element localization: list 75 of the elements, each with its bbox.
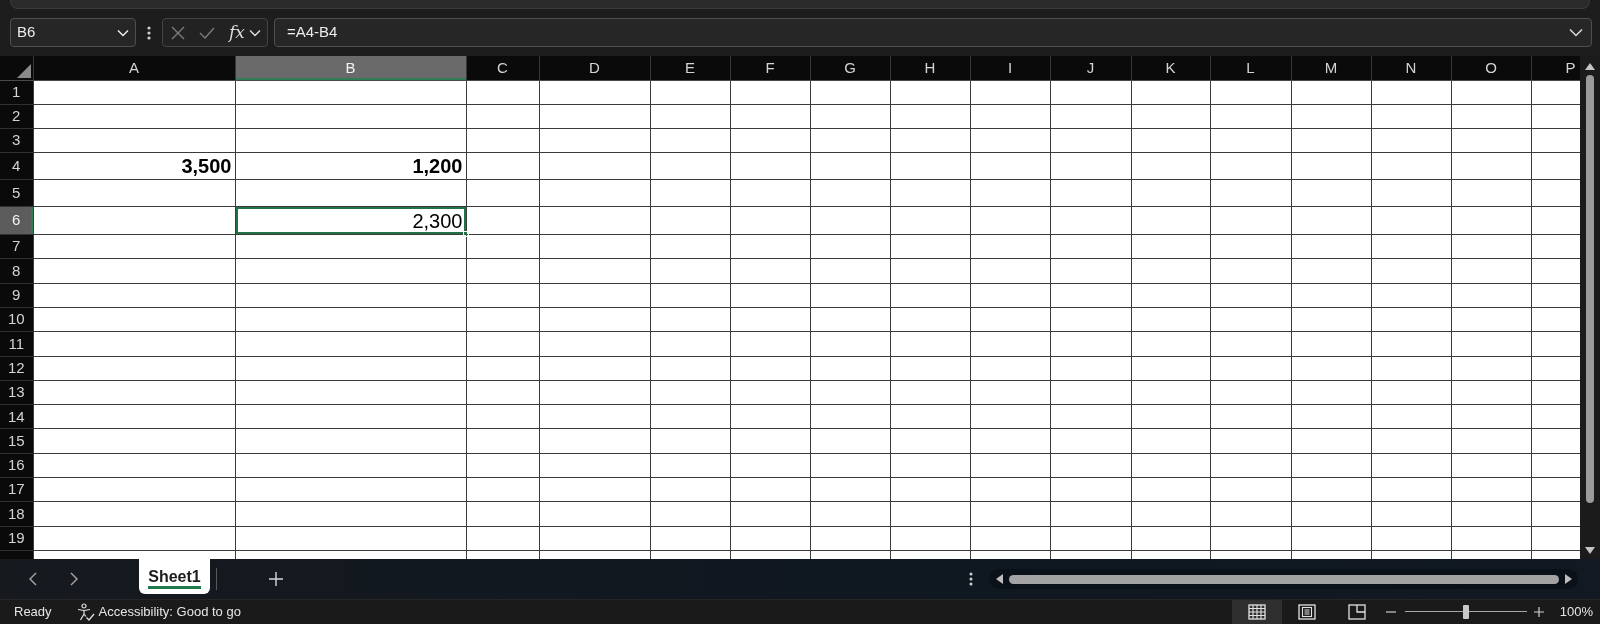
table-cell[interactable]: 3,500 [33, 152, 235, 180]
row-header[interactable]: 8 [0, 258, 33, 284]
table-cell[interactable]: 1,200 [235, 152, 466, 180]
vertical-dots-icon[interactable] [969, 572, 973, 586]
row-header[interactable]: 1 [0, 80, 33, 105]
row-header[interactable]: 11 [0, 331, 33, 357]
zoom-level-text: 100% [1559, 603, 1594, 622]
column-header[interactable]: D [539, 56, 650, 80]
formula-field[interactable]: =A4-B4 [274, 18, 1592, 47]
column-header[interactable]: A [33, 56, 235, 80]
person-check-icon [76, 603, 95, 621]
chevron-left-icon [29, 572, 37, 586]
expand-formula-button[interactable] [1569, 28, 1583, 37]
sheet-tab[interactable]: Sheet1 [139, 559, 210, 594]
slider-thumb[interactable] [1462, 605, 1469, 619]
down-arrow-icon[interactable] [1585, 547, 1595, 554]
column-header[interactable]: L [1210, 56, 1291, 80]
plus-icon [1533, 607, 1544, 617]
column-header[interactable]: K [1131, 56, 1210, 80]
row-header[interactable]: 9 [0, 283, 33, 308]
column-header[interactable]: C [466, 56, 539, 80]
column-header[interactable]: I [970, 56, 1050, 80]
column-header[interactable]: G [810, 56, 890, 80]
right-arrow-icon[interactable] [1565, 574, 1572, 584]
left-arrow-icon[interactable] [996, 574, 1003, 584]
status-text: Ready [14, 603, 52, 622]
name-box[interactable]: B6 [10, 18, 136, 47]
row-header[interactable]: 10 [0, 307, 33, 332]
chevron-down-icon [248, 28, 261, 37]
row-header[interactable]: 4 [0, 152, 33, 180]
minus-icon [1385, 611, 1396, 613]
page-icon [1297, 604, 1316, 620]
horizontal-scrollbar[interactable] [989, 569, 1578, 589]
column-header[interactable]: H [890, 56, 970, 80]
accessibility-button[interactable]: Accessibility: Good to go [76, 602, 241, 622]
triangle-icon [16, 63, 31, 78]
column-header[interactable]: F [730, 56, 810, 80]
normal-view-button[interactable] [1231, 600, 1282, 624]
row-header[interactable]: 13 [0, 380, 33, 405]
row-header[interactable]: 6 [0, 206, 33, 235]
row-header[interactable]: 17 [0, 477, 33, 502]
column-header[interactable]: M [1291, 56, 1371, 80]
row-header[interactable]: 14 [0, 404, 33, 429]
row-header[interactable]: 7 [0, 234, 33, 259]
zoom-slider[interactable] [1404, 605, 1527, 619]
row-header[interactable]: 16 [0, 453, 33, 478]
insert-function-button[interactable]: fx [229, 24, 261, 41]
cross-icon [171, 25, 185, 40]
check-icon [199, 26, 215, 39]
page-break-icon [1347, 604, 1366, 620]
vertical-dots-icon[interactable] [147, 25, 151, 40]
row-header[interactable]: 15 [0, 428, 33, 454]
row-header[interactable]: 3 [0, 128, 33, 153]
scrollbar-thumb[interactable] [1586, 75, 1594, 503]
grid-icon [1247, 604, 1266, 620]
column-header[interactable]: P [1531, 56, 1580, 80]
column-header[interactable]: O [1451, 56, 1531, 80]
chevron-right-icon [70, 572, 78, 586]
row-header[interactable]: 2 [0, 104, 33, 129]
select-all-button[interactable] [0, 56, 33, 80]
table-cell[interactable] [33, 206, 235, 235]
row-header[interactable]: 5 [0, 179, 33, 207]
chevron-down-icon [1569, 28, 1583, 37]
row-header[interactable]: 19 [0, 526, 33, 551]
row-header[interactable]: 18 [0, 501, 33, 527]
column-header[interactable]: B [235, 56, 466, 80]
row-header[interactable]: 12 [0, 356, 33, 381]
column-header[interactable]: N [1371, 56, 1451, 80]
column-header[interactable]: E [650, 56, 730, 80]
chevron-down-icon[interactable] [117, 28, 129, 37]
table-cell[interactable]: 2,300 [235, 206, 466, 235]
plus-icon [269, 572, 283, 586]
up-arrow-icon[interactable] [1585, 63, 1595, 70]
column-header[interactable]: J [1050, 56, 1131, 80]
scrollbar-thumb[interactable] [1009, 574, 1559, 584]
